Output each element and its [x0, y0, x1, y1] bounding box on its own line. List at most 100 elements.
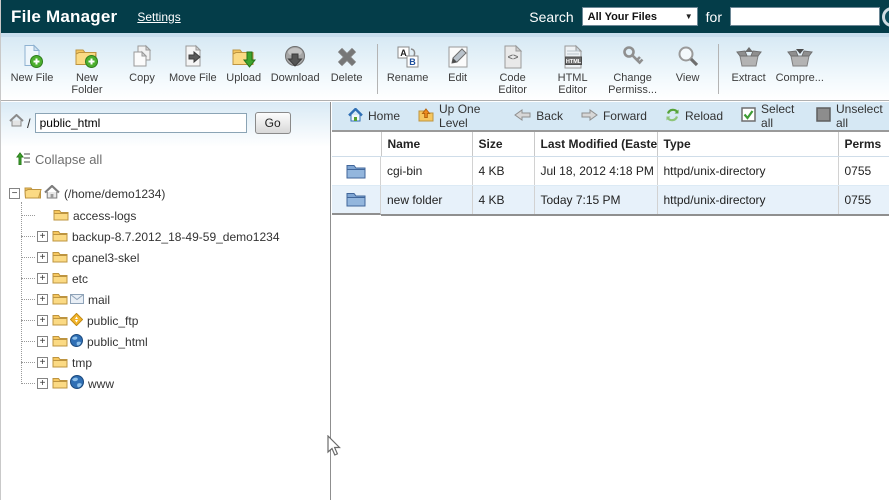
tree-item[interactable]: backup-8.7.2012_18-49-59_demo1234	[9, 226, 330, 247]
expand-icon[interactable]	[37, 273, 48, 284]
toolbar-label: Upload	[226, 72, 262, 84]
back-arrow-icon	[514, 108, 531, 124]
toolbar-label: Compre...	[775, 72, 824, 84]
tree-item[interactable]: www	[9, 373, 330, 394]
code-editor-icon: <>	[501, 43, 525, 70]
tree-item-label: mail	[88, 292, 111, 307]
tree-item-label: cpanel3-skel	[72, 250, 140, 265]
tree-item[interactable]: public_ftp	[9, 310, 330, 331]
view-button[interactable]: View	[663, 42, 713, 85]
home-icon	[44, 184, 60, 202]
row-type: httpd/unix-directory	[657, 156, 839, 186]
collapse-expander-icon[interactable]	[9, 188, 20, 199]
tree-item-label: www	[88, 376, 114, 391]
move-file-icon	[181, 43, 205, 70]
new-folder-icon	[74, 43, 100, 70]
go-button[interactable]: Go	[254, 112, 291, 134]
expand-icon[interactable]	[37, 357, 48, 368]
expand-icon[interactable]	[37, 378, 48, 389]
tree-item-label: (/home/demo1234)	[64, 186, 166, 201]
compress-icon	[786, 43, 813, 70]
row-name: cgi-bin	[381, 156, 473, 186]
toolbar-label: Rename	[386, 72, 429, 84]
row-size: 4 KB	[472, 185, 535, 216]
file-list-table: Name Size Last Modified (Eastern Da Type…	[332, 132, 889, 216]
unselect-all-button[interactable]: Unselect all	[810, 102, 889, 130]
open-folder-icon	[24, 185, 42, 202]
expand-icon[interactable]	[37, 294, 48, 305]
column-type[interactable]: Type	[657, 132, 839, 157]
magnifier-icon	[676, 43, 700, 70]
unselect-all-box-icon	[816, 107, 831, 125]
tree-item[interactable]: mail	[9, 289, 330, 310]
row-perms: 0755	[838, 156, 889, 186]
globe-icon	[70, 375, 84, 392]
new-folder-button[interactable]: New Folder	[57, 42, 117, 97]
svg-text:B: B	[409, 57, 416, 67]
folder-icon	[52, 250, 68, 266]
select-all-checkbox-icon	[741, 107, 756, 125]
column-modified[interactable]: Last Modified (Eastern Da	[534, 132, 658, 157]
path-input[interactable]	[34, 113, 247, 133]
copy-button[interactable]: Copy	[117, 42, 167, 85]
home-button[interactable]: Home	[342, 106, 406, 125]
tree-item[interactable]: etc	[9, 268, 330, 289]
key-icon	[621, 43, 645, 70]
mail-icon	[70, 293, 84, 307]
upload-button[interactable]: Upload	[219, 42, 269, 85]
nav-label: Unselect all	[835, 102, 883, 130]
column-size[interactable]: Size	[472, 132, 535, 157]
search-scope-value: All Your Files	[587, 10, 657, 23]
toolbar-label: Code Editor	[498, 72, 527, 96]
html-editor-button[interactable]: HTML HTML Editor	[543, 42, 603, 97]
toolbar-label: HTML Editor	[557, 72, 588, 96]
search-input[interactable]	[730, 7, 880, 26]
download-button[interactable]: Download	[269, 42, 322, 85]
expand-icon[interactable]	[37, 231, 48, 242]
change-permissions-button[interactable]: Change Permiss...	[603, 42, 663, 97]
table-row[interactable]: new folder 4 KB Today 7:15 PM httpd/unix…	[332, 185, 889, 216]
row-modified: Jul 18, 2012 4:18 PM	[534, 156, 658, 186]
search-scope-select[interactable]: All Your Files	[581, 7, 698, 26]
select-all-button[interactable]: Select all	[735, 102, 804, 130]
forward-button[interactable]: Forward	[575, 108, 653, 124]
column-name[interactable]: Name	[381, 132, 473, 157]
extract-button[interactable]: Extract	[724, 42, 774, 85]
code-editor-button[interactable]: <> Code Editor	[483, 42, 543, 97]
settings-link[interactable]: Settings	[137, 10, 180, 24]
path-slash: /	[27, 115, 31, 131]
folder-icon	[52, 334, 68, 350]
tree-item[interactable]: public_html	[9, 331, 330, 352]
move-file-button[interactable]: Move File	[167, 42, 219, 85]
delete-button[interactable]: Delete	[322, 42, 372, 85]
tree-item-root[interactable]: (/home/demo1234)	[9, 182, 330, 205]
column-perms[interactable]: Perms	[838, 132, 889, 157]
column-icon[interactable]	[332, 132, 382, 157]
ftp-icon	[69, 312, 84, 329]
new-file-button[interactable]: New File	[7, 42, 57, 85]
compress-button[interactable]: Compre...	[774, 42, 826, 85]
expand-icon[interactable]	[37, 336, 48, 347]
rename-button[interactable]: AB Rename	[383, 42, 433, 85]
collapse-all-button[interactable]: Collapse all	[15, 151, 330, 168]
up-one-level-icon	[418, 107, 434, 125]
edit-button[interactable]: Edit	[433, 42, 483, 85]
tree-item[interactable]: tmp	[9, 352, 330, 373]
nav-label: Back	[536, 109, 563, 123]
expand-icon[interactable]	[37, 252, 48, 263]
collapse-all-icon	[15, 151, 30, 168]
expand-icon[interactable]	[37, 315, 48, 326]
search-go-button[interactable]	[882, 7, 889, 27]
reload-button[interactable]: Reload	[659, 108, 729, 125]
toolbar-label: New File	[10, 72, 54, 84]
row-folder-icon	[332, 156, 381, 186]
tree-item[interactable]: cpanel3-skel	[9, 247, 330, 268]
table-row[interactable]: cgi-bin 4 KB Jul 18, 2012 4:18 PM httpd/…	[332, 156, 889, 186]
collapse-all-label: Collapse all	[35, 152, 103, 167]
up-one-level-button[interactable]: Up One Level	[412, 102, 502, 130]
delete-icon	[335, 43, 359, 70]
path-row: / Go	[1, 102, 330, 134]
back-button[interactable]: Back	[508, 108, 569, 124]
svg-text:HTML: HTML	[565, 59, 581, 65]
tree-item[interactable]: access-logs	[9, 205, 330, 226]
